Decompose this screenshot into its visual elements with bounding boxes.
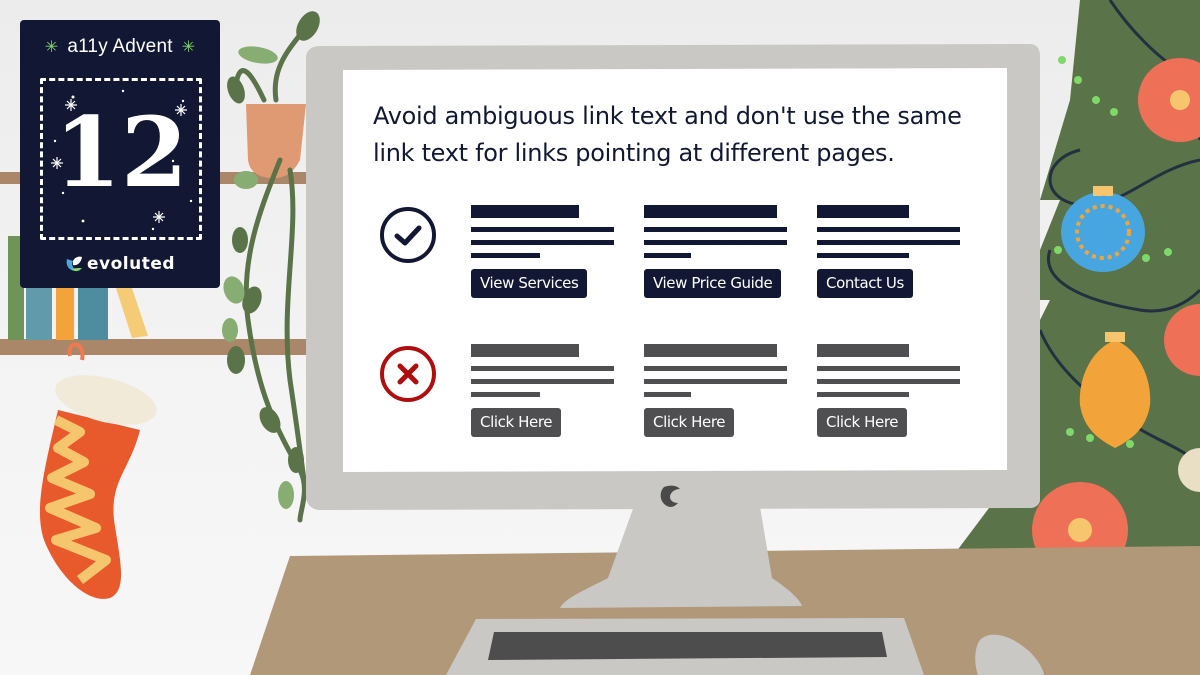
sparkle-icon: ✳ (44, 39, 59, 56)
christmas-stocking (39, 342, 157, 599)
card-text-placeholder (471, 366, 614, 371)
monitor-stand (560, 495, 802, 608)
brand-name: evoluted (86, 254, 176, 274)
headline-line-2: link text for links pointing at differen… (373, 139, 895, 167)
card-text-placeholder (644, 227, 787, 232)
card-title-placeholder (817, 205, 909, 218)
bad-example-row: Click Here Click Here Click Here (343, 342, 1007, 452)
sparkle-icon: ✳ (181, 39, 196, 56)
card-title-placeholder (817, 344, 909, 357)
click-here-link[interactable]: Click Here (471, 408, 562, 437)
card-text-placeholder (471, 379, 614, 384)
card-text-placeholder (471, 253, 540, 258)
headline: Avoid ambiguous link text and don't use … (373, 98, 993, 172)
headline-line-1: Avoid ambiguous link text and don't use … (373, 102, 962, 130)
monitor-screen-content: Avoid ambiguous link text and don't use … (343, 70, 1007, 470)
card-text-placeholder (471, 240, 614, 245)
card-text-placeholder (817, 227, 960, 232)
evoluted-leaf-icon (66, 256, 82, 272)
x-circle-icon (380, 346, 436, 402)
card-text-placeholder (644, 379, 787, 384)
card-title-placeholder (471, 344, 579, 357)
brand-logo: evoluted (20, 254, 220, 274)
card-text-placeholder (471, 392, 540, 397)
card-text-placeholder (817, 240, 960, 245)
card-text-placeholder (644, 392, 691, 397)
check-circle-icon (380, 207, 436, 263)
click-here-link[interactable]: Click Here (817, 408, 908, 437)
advent-day-number: 12 (54, 96, 188, 209)
advent-calendar-card: ✳ a11y Advent ✳ 12 evoluted (20, 20, 220, 288)
lower-shelf (0, 339, 310, 355)
card-title-placeholder (644, 344, 777, 357)
view-services-link[interactable]: View Services (471, 269, 588, 298)
click-here-link[interactable]: Click Here (644, 408, 735, 437)
advent-series-title: ✳ a11y Advent ✳ (20, 36, 220, 58)
view-price-guide-link[interactable]: View Price Guide (644, 269, 782, 298)
card-text-placeholder (471, 227, 614, 232)
contact-us-link[interactable]: Contact Us (817, 269, 913, 298)
card-text-placeholder (817, 366, 960, 371)
advent-title-text: a11y Advent (67, 36, 173, 57)
card-text-placeholder (817, 392, 909, 397)
good-example-row: View Services View Price Guide Contact U… (343, 203, 1007, 313)
card-text-placeholder (817, 253, 909, 258)
card-title-placeholder (471, 205, 579, 218)
card-title-placeholder (644, 205, 777, 218)
advent-day-box: 12 (40, 78, 202, 240)
hanging-vine (233, 17, 313, 523)
card-text-placeholder (644, 240, 787, 245)
card-text-placeholder (644, 366, 787, 371)
card-text-placeholder (644, 253, 691, 258)
card-text-placeholder (817, 379, 960, 384)
keyboard-keys (488, 632, 887, 660)
